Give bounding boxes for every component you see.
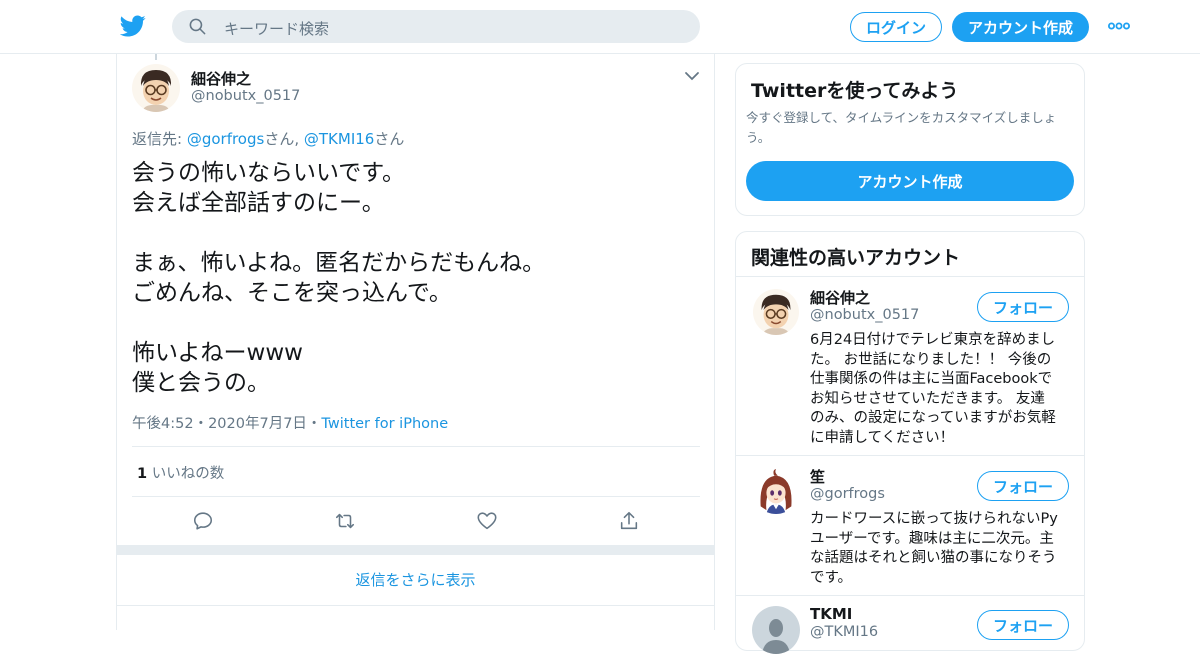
account-avatar-image (753, 468, 799, 514)
reply-icon[interactable] (192, 510, 214, 532)
account-bio-line: です。 (810, 569, 853, 586)
account-bio-line: 6月24日付けでテレビ東京を辞めまし (810, 332, 1056, 348)
signup-card-description: 今すぐ登録して、タイムラインをカスタマイズしましょ う。 (746, 108, 1081, 148)
signup-card-button[interactable]: アカウント作成 (746, 161, 1074, 201)
tweet-text: 会うの怖いならいいです。 会えば全部話すのにー。 まぁ、怖いよね。匿名だからだも… (132, 158, 692, 398)
account-bio-line: のみ、の設定になっていますがお気軽 (810, 410, 1056, 426)
divider (132, 496, 700, 497)
account-name[interactable]: 笙 (810, 466, 825, 487)
reply-suffix: さん (374, 130, 405, 148)
top-navigation-bar: キーワード検索 ログイン アカウント作成 (0, 0, 1200, 54)
author-name[interactable]: 細谷伸之 (191, 68, 251, 89)
login-button[interactable]: ログイン (850, 12, 942, 42)
tweet-text-line: 怖いよねーwww (132, 340, 303, 366)
more-dots-icon[interactable] (1108, 21, 1130, 31)
like-icon[interactable] (476, 510, 498, 532)
tweet-detail-column: 細谷伸之 @nobutx_0517 返信先: @gorfrogsさん, @TKM… (116, 54, 715, 630)
show-more-replies-link[interactable]: 返信をさらに表示 (117, 569, 714, 590)
tweet-text-line: 会えば全部話すのにー。 (132, 190, 385, 216)
account-handle[interactable]: @TKMI16 (810, 624, 878, 640)
related-accounts-title: 関連性の高いアカウント (751, 247, 961, 269)
account-handle[interactable]: @gorfrogs (810, 486, 885, 502)
search-input[interactable]: キーワード検索 (224, 18, 329, 39)
signup-card-description-line: 今すぐ登録して、タイムラインをカスタマイズしましょ (746, 110, 1057, 125)
tweet-time[interactable]: 午後4:52 (132, 416, 194, 432)
tweet-metadata: 午後4:52・2020年7月7日・Twitter for iPhone (132, 412, 448, 433)
tweet-date[interactable]: 2020年7月7日 (208, 416, 307, 432)
tweet-text-line: 僕と会うの。 (132, 370, 270, 396)
account-bio: 6月24日付けでテレビ東京を辞めまし た。 お世話になりました！！ 今後の 仕事… (810, 331, 1072, 448)
author-avatar-image (132, 64, 180, 112)
related-account-item[interactable]: 笙 @gorfrogs フォロー カードワースに嵌って抜けられないPy ユーザー… (736, 456, 1084, 595)
tweet-text-line: ごめんね、そこを突っ込んで。 (132, 280, 452, 306)
account-bio-line: 仕事関係の件は主に当面Facebookで (810, 371, 1053, 387)
account-name[interactable]: 細谷伸之 (810, 287, 870, 308)
account-avatar-image (753, 289, 799, 335)
tweet-text-line: 会うの怖いならいいです。 (132, 160, 406, 186)
signup-card-description-line: う。 (746, 130, 771, 145)
reply-prefix: 返信先: (132, 130, 187, 148)
tweet-text-line: まぁ、怖いよね。匿名だからだもんね。 (132, 250, 546, 276)
like-count: 1 (137, 466, 148, 482)
like-label: いいねの数 (151, 466, 225, 482)
retweet-icon[interactable] (334, 510, 356, 532)
related-accounts-card: 関連性の高いアカウント 細谷伸之 @nobutx_0517 フォロー 6月24日… (735, 231, 1085, 654)
follow-button[interactable]: フォロー (977, 292, 1069, 322)
share-icon[interactable] (618, 510, 640, 532)
account-bio-line: お知らせさせていただきます。 友達 (810, 390, 1045, 407)
tweet-text-line (132, 308, 692, 338)
reply-to-line: 返信先: @gorfrogsさん, @TKMI16さん (132, 128, 404, 149)
follow-button[interactable]: フォロー (977, 610, 1069, 640)
meta-separator: ・ (306, 416, 322, 432)
thread-connector (155, 54, 157, 60)
account-avatar-image (752, 606, 800, 654)
account-name[interactable]: TKMI (810, 605, 852, 623)
like-stats[interactable]: 1 いいねの数 (137, 462, 224, 483)
signup-card: Twitterを使ってみよう 今すぐ登録して、タイムラインをカスタマイズしましょ… (735, 63, 1085, 216)
section-separator (117, 545, 714, 555)
account-bio: カードワースに嵌って抜けられないPy ユーザーです。趣味は主に二次元。主 な話題… (810, 510, 1072, 588)
divider (117, 605, 714, 606)
avatar[interactable] (132, 64, 180, 112)
author-handle[interactable]: @nobutx_0517 (191, 88, 300, 104)
twitter-bird-icon[interactable] (120, 13, 146, 39)
meta-separator: ・ (193, 416, 209, 432)
related-account-item[interactable]: TKMI @TKMI16 フォロー (736, 596, 1084, 654)
reply-user-link[interactable]: @TKMI16 (304, 130, 374, 148)
follow-button[interactable]: フォロー (977, 471, 1069, 501)
account-bio-line: ユーザーです。趣味は主に二次元。主 (810, 530, 1054, 547)
account-bio-line: な話題はそれと飼い猫の事になりそう (810, 550, 1057, 566)
avatar[interactable] (752, 606, 800, 654)
chevron-down-icon[interactable] (684, 70, 700, 82)
account-bio-line: に申請してください！ (810, 429, 955, 446)
divider (132, 446, 700, 447)
avatar[interactable] (753, 289, 799, 335)
tweet-text-line (132, 218, 692, 248)
tweet-source-link[interactable]: Twitter for iPhone (321, 416, 448, 432)
account-handle[interactable]: @nobutx_0517 (810, 307, 919, 323)
avatar[interactable] (753, 468, 799, 514)
search-box[interactable]: キーワード検索 (172, 10, 700, 43)
related-account-item[interactable]: 細谷伸之 @nobutx_0517 フォロー 6月24日付けでテレビ東京を辞めま… (736, 277, 1084, 455)
reply-separator: さん, (264, 130, 304, 148)
account-bio-line: た。 お世話になりました！！ 今後の (810, 351, 1052, 368)
reply-user-link[interactable]: @gorfrogs (187, 130, 265, 148)
signup-card-title: Twitterを使ってみよう (751, 80, 959, 102)
signup-button[interactable]: アカウント作成 (952, 12, 1089, 42)
account-bio-line: カードワースに嵌って抜けられないPy (810, 511, 1058, 527)
search-icon (189, 18, 206, 35)
